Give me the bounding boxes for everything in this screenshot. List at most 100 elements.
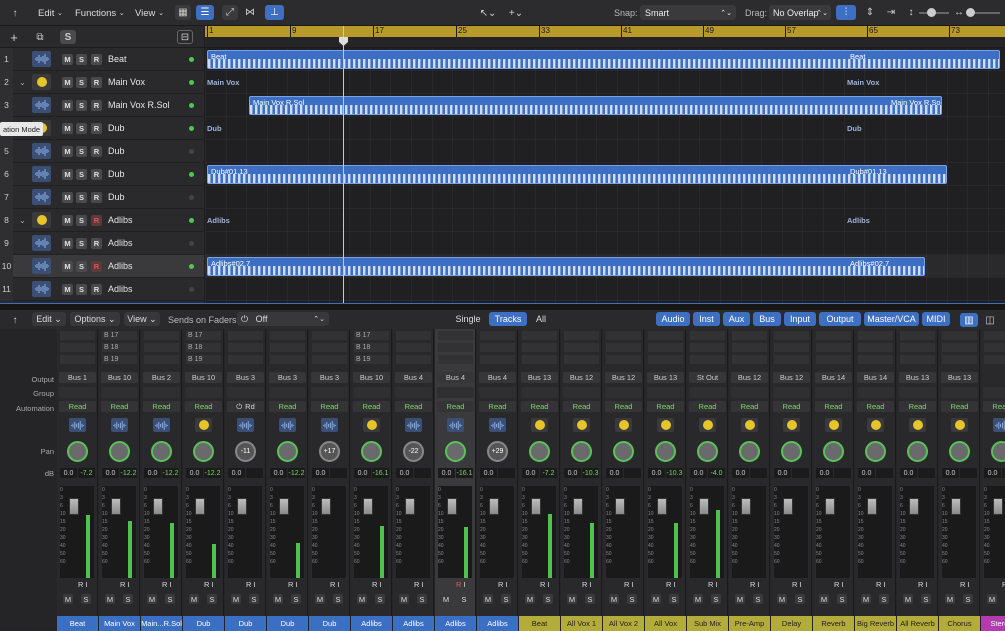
pan-knob[interactable]: [571, 441, 592, 462]
solo-button[interactable]: S: [627, 594, 637, 604]
send-slot[interactable]: [816, 343, 851, 352]
send-slot[interactable]: [270, 331, 305, 340]
send-slot[interactable]: [60, 343, 95, 352]
group-slot[interactable]: [311, 387, 348, 398]
volume-readout[interactable]: 0.0: [984, 468, 1001, 478]
send-slot[interactable]: [732, 355, 767, 364]
volume-fader[interactable]: [489, 498, 499, 515]
record-input-buttons[interactable]: R I: [330, 580, 340, 589]
volume-fader[interactable]: [321, 498, 331, 515]
waveform-icon[interactable]: [321, 418, 338, 432]
record-input-buttons[interactable]: R I: [414, 580, 424, 589]
record-button[interactable]: R: [91, 76, 102, 88]
channel-strip[interactable]: Bus 12 Read 0.0 0 3 6 10 15 20 30 40 50 60 R I M S All V…: [603, 329, 644, 631]
record-input-buttons[interactable]: R I: [834, 580, 844, 589]
send-slot[interactable]: [228, 331, 263, 340]
audio-region[interactable]: Beat Beat: [207, 50, 1000, 69]
send-slot[interactable]: [774, 355, 809, 364]
filter-midi[interactable]: MIDI: [922, 312, 950, 326]
send-slot[interactable]: [774, 331, 809, 340]
automation-select[interactable]: Read: [521, 401, 558, 412]
track-row[interactable]: 5 M S R Dub: [0, 139, 204, 163]
send-slot[interactable]: [858, 355, 893, 364]
pointer-tool-icon[interactable]: ↖⌄: [478, 6, 498, 20]
waveform-icon[interactable]: [32, 281, 51, 297]
channel-name[interactable]: Dub: [309, 616, 350, 631]
pan-knob[interactable]: [991, 441, 1005, 462]
waveform-icon[interactable]: [32, 166, 51, 182]
solo-button[interactable]: S: [123, 594, 133, 604]
filter-input[interactable]: Input: [784, 312, 816, 326]
output-select[interactable]: Bus 12: [563, 372, 600, 383]
fader-track[interactable]: 0 3 6 10 15 20 30 40 50 60: [942, 486, 976, 578]
record-button[interactable]: R: [91, 260, 102, 272]
track-row[interactable]: 10 M S R Adlibs: [0, 254, 204, 278]
volume-readout[interactable]: 0.0: [60, 468, 77, 478]
channel-name[interactable]: Dub: [183, 616, 224, 631]
automation-select[interactable]: Read: [941, 401, 978, 412]
group-slot[interactable]: [731, 387, 768, 398]
volume-readout[interactable]: 0.0: [480, 468, 497, 478]
tab-all[interactable]: All: [530, 312, 552, 326]
fader-track[interactable]: 0 3 6 10 15 20 30 40 50 60: [270, 486, 304, 578]
mute-button[interactable]: M: [63, 594, 73, 604]
fader-track[interactable]: 0 3 6 10 15 20 30 40 50 60: [606, 486, 640, 578]
mute-button[interactable]: M: [147, 594, 157, 604]
output-select[interactable]: Bus 14: [857, 372, 894, 383]
send-slot[interactable]: [942, 331, 977, 340]
layout-wide-icon[interactable]: ▥: [960, 313, 978, 327]
channel-name[interactable]: All Vox: [645, 616, 686, 631]
send-slot[interactable]: [522, 343, 557, 352]
record-input-buttons[interactable]: R I: [246, 580, 256, 589]
record-button[interactable]: R: [91, 237, 102, 249]
pan-knob[interactable]: [865, 441, 886, 462]
solo-button[interactable]: S: [879, 594, 889, 604]
grid-view-icon[interactable]: ▦: [175, 5, 191, 20]
automation-select[interactable]: Read: [395, 401, 432, 412]
send-slot[interactable]: [396, 343, 431, 352]
record-input-buttons[interactable]: R I: [540, 580, 550, 589]
volume-readout[interactable]: 0.0: [564, 468, 581, 478]
volume-readout[interactable]: 0.0: [606, 468, 623, 478]
waveform-icon[interactable]: [32, 51, 51, 67]
mute-button[interactable]: M: [231, 594, 241, 604]
volume-readout[interactable]: 0.0: [396, 468, 413, 478]
volume-fader[interactable]: [447, 498, 457, 515]
automation-select[interactable]: Read: [815, 401, 852, 412]
group-slot[interactable]: [941, 387, 978, 398]
volume-readout[interactable]: 0.0: [774, 468, 791, 478]
send-slot[interactable]: [144, 355, 179, 364]
output-select[interactable]: Bus 13: [521, 372, 558, 383]
mute-button[interactable]: M: [62, 283, 73, 295]
volume-fader[interactable]: [363, 498, 373, 515]
channel-strip[interactable]: B 17 B 18 B 19 Bus 10 Read 0.0 -12.2 0 3 6 10 15 20 3…: [99, 329, 140, 631]
tuner-icon[interactable]: [573, 418, 590, 432]
output-select[interactable]: Bus 4: [437, 372, 474, 383]
group-slot[interactable]: [689, 387, 726, 398]
output-select[interactable]: Bus 10: [101, 372, 138, 383]
output-select[interactable]: Bus 13: [941, 372, 978, 383]
automation-select[interactable]: Read: [101, 401, 138, 412]
fader-track[interactable]: 0 3 6 10 15 20 30 40 50 60: [564, 486, 598, 578]
channel-strip[interactable]: Read0.003610152030405060R IMSStereo: [981, 329, 1005, 631]
pan-knob[interactable]: [529, 441, 550, 462]
pan-knob[interactable]: +29: [487, 441, 508, 462]
mute-button[interactable]: M: [945, 594, 955, 604]
mute-button[interactable]: M: [62, 191, 73, 203]
group-slot[interactable]: [983, 387, 1005, 398]
channel-name[interactable]: Adlibs: [351, 616, 392, 631]
send-slot[interactable]: [522, 331, 557, 340]
send-slot[interactable]: [942, 355, 977, 364]
tuner-icon[interactable]: [741, 418, 758, 432]
automation-select[interactable]: Read: [59, 401, 96, 412]
pan-knob[interactable]: [739, 441, 760, 462]
output-select[interactable]: Bus 4: [395, 372, 432, 383]
volume-fader[interactable]: [531, 498, 541, 515]
volume-fader[interactable]: [909, 498, 919, 515]
fader-track[interactable]: 0 3 6 10 15 20 30 40 50 60: [312, 486, 346, 578]
send-slot[interactable]: [984, 343, 1005, 352]
pan-knob[interactable]: [67, 441, 88, 462]
solo-button[interactable]: S: [76, 145, 87, 157]
track-name[interactable]: Dub: [108, 169, 125, 179]
solo-button[interactable]: S: [76, 99, 87, 111]
